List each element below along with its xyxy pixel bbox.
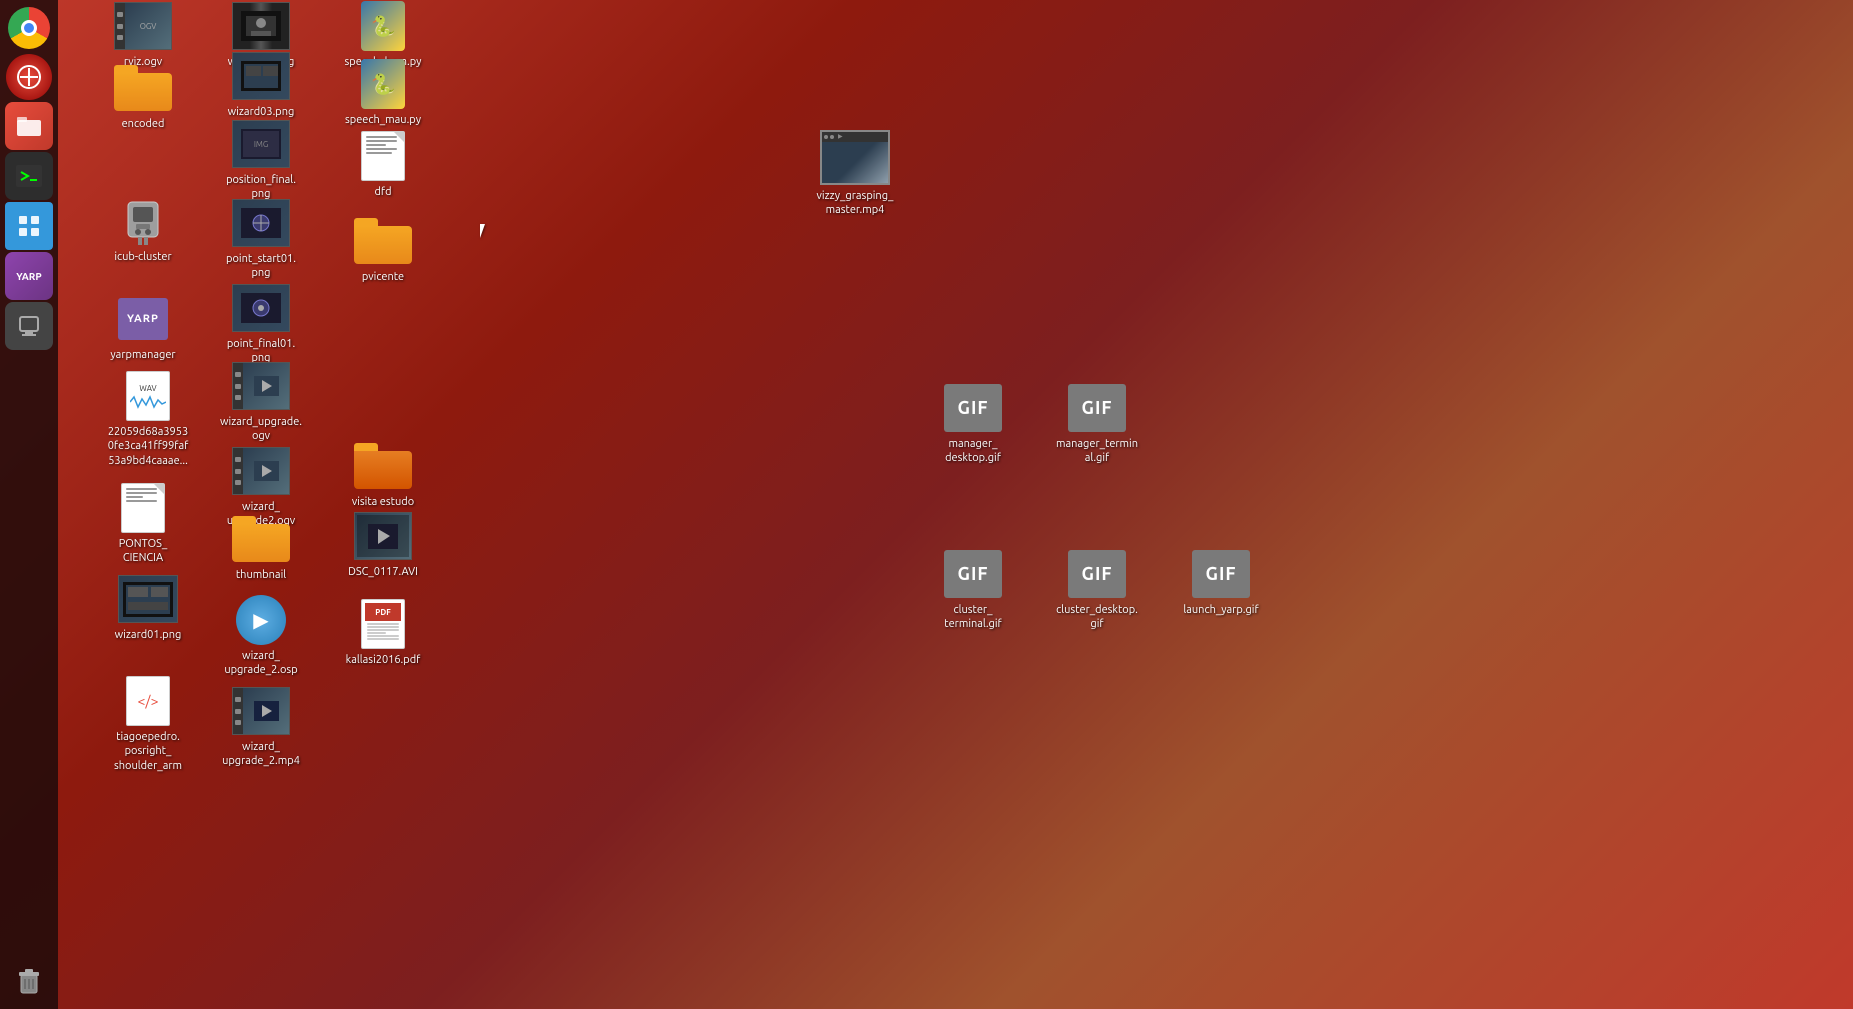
file-label-vizzy-grasping: vizzy_grasping_ master.mp4: [810, 188, 900, 219]
file-label-cluster-terminal-gif: cluster_ terminal.gif: [928, 602, 1018, 633]
file-label-thumbnail: thumbnail: [234, 567, 288, 583]
file-label-icub-cluster: icub-cluster: [112, 249, 173, 265]
file-label-yarpmanager: yarpmanager: [108, 347, 177, 363]
file-icon-icub-cluster[interactable]: icub-cluster: [98, 195, 188, 265]
taskbar-icon-redapp[interactable]: [6, 54, 52, 100]
taskbar: YARP: [0, 0, 58, 1009]
file-label-kallasi2016-pdf: kallasi2016.pdf: [344, 652, 423, 668]
file-label-wizard-upgrade-2-osp: wizard_ upgrade_2.osp: [216, 648, 306, 679]
file-label-manager-desktop-gif: manager_ desktop.gif: [928, 436, 1018, 467]
file-icon-wizard03[interactable]: wizard03.png: [216, 50, 306, 120]
file-label-encoded: encoded: [120, 116, 167, 132]
file-icon-speech-mau[interactable]: 🐍 speech_mau.py: [338, 58, 428, 128]
file-label-wizard-upgrade-ogv: wizard_upgrade. ogv: [216, 414, 306, 445]
file-label-wav: 22059d68a3953 0fe3ca41ff99faf 53a9bd4caa…: [103, 424, 193, 469]
file-icon-position-final[interactable]: IMG position_final. png: [216, 118, 306, 203]
file-label-visita-estudo: visita estudo: [350, 494, 416, 510]
file-label-launch-yarp-gif: launch_yarp.gif: [1181, 602, 1260, 618]
file-icon-launch-yarp-gif[interactable]: GIF launch_yarp.gif: [1176, 548, 1266, 618]
file-icon-wizard-upgrade-ogv[interactable]: wizard_upgrade. ogv: [216, 360, 306, 445]
file-icon-manager-desktop-gif[interactable]: GIF manager_ desktop.gif: [928, 382, 1018, 467]
file-icon-cluster-terminal-gif[interactable]: GIF cluster_ terminal.gif: [928, 548, 1018, 633]
file-label-speech-mau: speech_mau.py: [343, 112, 423, 128]
file-icon-wizard-upgrade-2-mp4[interactable]: wizard_ upgrade_2.mp4: [216, 685, 306, 770]
file-icon-yarpmanager[interactable]: YARP yarpmanager: [98, 293, 188, 363]
file-icon-pvicente[interactable]: pvicente: [338, 215, 428, 285]
file-label-tiagoepedro: tiagoepedro. posright_ shoulder_arm: [103, 729, 193, 774]
desktop: OGV rviz.ogv wizard02.png 🐍 speech_bom.p…: [58, 0, 1853, 1009]
file-label-dsc-0117-avi: DSC_0117.AVI: [346, 564, 420, 580]
file-icon-tiagoepedro[interactable]: </> tiagoepedro. posright_ shoulder_arm: [98, 675, 198, 774]
file-label-cluster-desktop-gif: cluster_desktop. gif: [1052, 602, 1142, 633]
file-label-point-start01: point_start01. png: [216, 251, 306, 282]
file-label-manager-terminal-gif: manager_terminal.gif: [1052, 436, 1142, 467]
file-icon-dfd[interactable]: dfd: [338, 130, 428, 200]
file-label-pontos-ciencia: PONTOS_ CIENCIA: [98, 536, 188, 567]
file-label-wizard-upgrade-2-mp4: wizard_ upgrade_2.mp4: [216, 739, 306, 770]
taskbar-icon-darkgray[interactable]: [5, 302, 53, 350]
svg-text:IMG: IMG: [254, 140, 268, 149]
file-icon-pontos-ciencia[interactable]: PONTOS_ CIENCIA: [98, 482, 188, 567]
file-icon-kallasi2016-pdf[interactable]: PDF kallasi2016.pdf: [338, 598, 428, 668]
file-icon-cluster-desktop-gif[interactable]: GIF cluster_desktop. gif: [1052, 548, 1142, 633]
taskbar-icon-filemanager[interactable]: [5, 102, 53, 150]
file-label-wizard01: wizard01.png: [113, 627, 184, 643]
file-icon-manager-terminal-gif[interactable]: GIF manager_terminal.gif: [1052, 382, 1142, 467]
taskbar-icon-purple[interactable]: YARP: [5, 252, 53, 300]
file-icon-wizard01[interactable]: wizard01.png: [98, 573, 198, 643]
file-icon-wav[interactable]: WAV 22059d68a3953 0fe3ca41ff99faf 53a9bd…: [98, 370, 198, 469]
file-icon-visita-estudo[interactable]: visita estudo: [338, 440, 428, 510]
file-icon-dsc-0117-avi[interactable]: DSC_0117.AVI: [338, 510, 428, 580]
file-icon-thumbnail[interactable]: thumbnail: [216, 513, 306, 583]
taskbar-icon-blue[interactable]: [5, 202, 53, 250]
taskbar-icon-chrome[interactable]: [5, 4, 53, 52]
file-icon-vizzy-grasping[interactable]: ▶ vizzy_grasping_ master.mp4: [805, 128, 905, 219]
file-icon-point-final01[interactable]: point_final01. png: [216, 282, 306, 367]
taskbar-icon-terminal[interactable]: [5, 152, 53, 200]
file-icon-encoded[interactable]: encoded: [98, 62, 188, 132]
file-icon-point-start01[interactable]: point_start01. png: [216, 197, 306, 282]
file-label-dfd: dfd: [372, 184, 393, 200]
file-icon-wizard-upgrade-2-osp[interactable]: ▶ wizard_ upgrade_2.osp: [216, 594, 306, 679]
file-icon-rviz-ogv[interactable]: OGV rviz.ogv: [98, 0, 188, 70]
file-label-pvicente: pvicente: [360, 269, 406, 285]
taskbar-trash[interactable]: [5, 957, 53, 1005]
